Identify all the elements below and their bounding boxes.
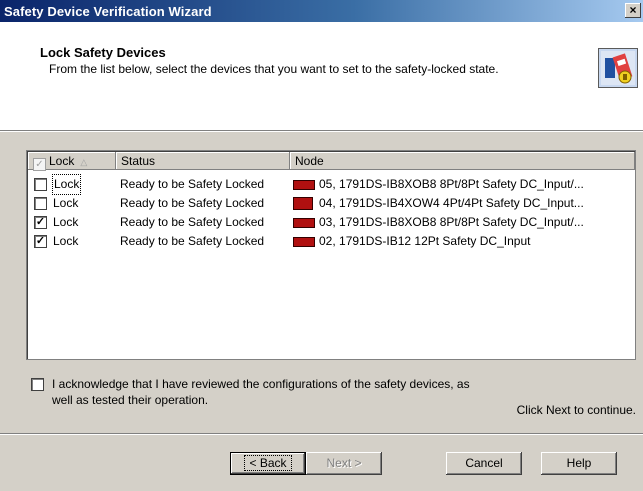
- node-text: 02, 1791DS-IB12 12Pt Safety DC_Input: [319, 234, 531, 248]
- wizard-header: Lock Safety Devices From the list below,…: [0, 22, 643, 132]
- table-row[interactable]: Lock Ready to be Safety Locked 05, 1791D…: [28, 174, 633, 195]
- table-row[interactable]: ✓ Lock Ready to be Safety Locked 02, 179…: [28, 232, 633, 251]
- title-bar: Safety Device Verification Wizard ×: [0, 0, 643, 22]
- close-icon[interactable]: ×: [625, 3, 641, 18]
- table-row[interactable]: ✓ Lock Ready to be Safety Locked 03, 179…: [28, 213, 633, 232]
- help-button[interactable]: Help: [541, 452, 617, 475]
- device-list[interactable]: ✓ Lock △ Status Node Lock Ready to be Safe…: [26, 150, 636, 360]
- status-text: Ready to be Safety Locked: [120, 177, 265, 191]
- lock-checkbox[interactable]: ✓: [34, 216, 47, 229]
- node-text: 04, 1791DS-IB4XOW4 4Pt/4Pt Safety DC_Inp…: [319, 196, 584, 210]
- sort-ascending-icon: △: [80, 157, 88, 167]
- lock-checkbox[interactable]: [34, 197, 47, 210]
- status-text: Ready to be Safety Locked: [120, 234, 265, 248]
- lock-checkbox[interactable]: ✓: [34, 235, 47, 248]
- cancel-button[interactable]: Cancel: [446, 452, 522, 475]
- status-text: Ready to be Safety Locked: [120, 215, 265, 229]
- table-row[interactable]: Lock Ready to be Safety Locked 04, 1791D…: [28, 194, 633, 213]
- back-button[interactable]: < Back: [230, 452, 306, 475]
- acknowledge-checkbox[interactable]: [31, 378, 44, 391]
- acknowledge-label[interactable]: I acknowledge that I have reviewed the c…: [52, 376, 492, 408]
- column-header-status[interactable]: Status: [116, 152, 290, 170]
- column-header-node[interactable]: Node: [290, 152, 635, 170]
- next-button[interactable]: Next >: [306, 452, 382, 475]
- device-module-icon: [293, 237, 315, 247]
- lock-label: Lock: [51, 174, 82, 195]
- hint-text: Click Next to continue.: [516, 403, 636, 417]
- wizard-lock-icon: [598, 48, 638, 88]
- button-separator: [0, 433, 643, 435]
- lock-label: Lock: [53, 215, 79, 229]
- page-description: From the list below, select the devices …: [49, 62, 499, 76]
- back-button-label: < Back: [244, 455, 292, 471]
- device-module-icon: [293, 180, 315, 190]
- node-text: 05, 1791DS-IB8XOB8 8Pt/8Pt Safety DC_Inp…: [319, 177, 584, 191]
- list-header: ✓ Lock △ Status Node: [28, 152, 635, 171]
- device-module-icon: [293, 218, 315, 228]
- status-text: Ready to be Safety Locked: [120, 196, 265, 210]
- window-title: Safety Device Verification Wizard: [4, 4, 212, 19]
- column-header-lock[interactable]: ✓ Lock △: [28, 152, 116, 171]
- column-lock-label: Lock: [49, 154, 75, 168]
- lock-label: Lock: [53, 234, 79, 248]
- node-text: 03, 1791DS-IB8XOB8 8Pt/8Pt Safety DC_Inp…: [319, 215, 584, 229]
- lock-label: Lock: [53, 196, 79, 210]
- lock-checkbox[interactable]: [34, 178, 47, 191]
- device-module-icon: [293, 197, 313, 210]
- select-all-checkbox[interactable]: ✓: [33, 158, 46, 171]
- page-title: Lock Safety Devices: [40, 45, 166, 60]
